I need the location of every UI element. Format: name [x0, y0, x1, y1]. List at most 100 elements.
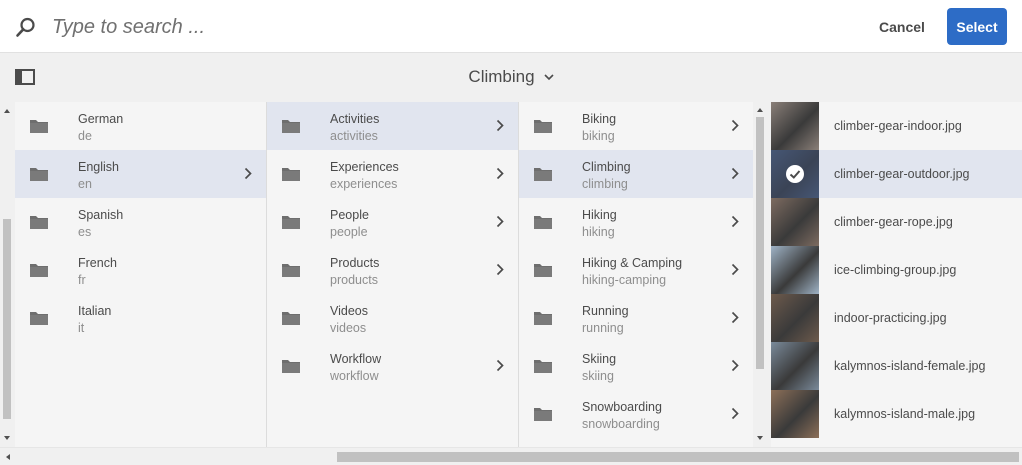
left-scrollbar[interactable] [0, 101, 14, 447]
folder-item-activities[interactable]: Activities activities [267, 102, 518, 150]
folder-item-hiking[interactable]: Hiking hiking [519, 198, 753, 246]
chevron-right-icon[interactable] [731, 311, 739, 324]
folder-title: People [330, 208, 369, 222]
folder-icon [534, 312, 552, 325]
folder-title: Snowboarding [582, 400, 662, 414]
asset-filename: climber-gear-outdoor.jpg [834, 167, 970, 181]
chevron-right-icon[interactable] [496, 215, 504, 228]
folder-item-de[interactable]: German de [15, 102, 266, 150]
folder-item-experiences[interactable]: Experiences experiences [267, 150, 518, 198]
folder-icon [534, 216, 552, 229]
chevron-right-icon[interactable] [496, 263, 504, 276]
scrollbar-thumb[interactable] [337, 452, 1019, 462]
folder-subtitle: hiking-camping [582, 273, 667, 287]
asset-item[interactable]: kalymnos-island-male.jpg [771, 390, 1022, 438]
folder-thumbnail [267, 102, 315, 150]
folder-icon [282, 168, 300, 181]
column-scrollbar[interactable] [753, 102, 767, 447]
search-input[interactable] [52, 10, 752, 44]
folder-item-running[interactable]: Running running [519, 294, 753, 342]
folder-subtitle: videos [330, 321, 367, 335]
cancel-button[interactable]: Cancel [866, 10, 938, 44]
chevron-right-icon[interactable] [496, 359, 504, 372]
search-icon [16, 17, 35, 37]
folder-subtitle: biking [582, 129, 615, 143]
asset-item[interactable]: ice-climbing-group.jpg [771, 246, 1022, 294]
location-title-dropdown[interactable]: Climbing [0, 53, 1022, 101]
folder-title: English [78, 160, 119, 174]
folder-item-biking[interactable]: Biking biking [519, 102, 753, 150]
asset-thumbnail [771, 342, 819, 390]
folder-item-climbing[interactable]: Climbing climbing [519, 150, 753, 198]
folder-subtitle: hiking [582, 225, 615, 239]
folder-icon [534, 408, 552, 421]
chevron-right-icon[interactable] [731, 407, 739, 420]
folder-subtitle: activities [330, 129, 378, 143]
column-assets: climber-gear-indoor.jpg climber-gear-outd… [771, 102, 1022, 447]
folder-title: Workflow [330, 352, 382, 366]
scrollbar-thumb[interactable] [3, 219, 11, 419]
scroll-up-arrow-icon[interactable] [756, 106, 764, 114]
asset-filename: climber-gear-rope.jpg [834, 215, 953, 229]
folder-subtitle: es [78, 225, 92, 239]
scroll-left-arrow-icon[interactable] [4, 453, 12, 461]
folder-item-en[interactable]: English en [15, 150, 266, 198]
folder-item-workflow[interactable]: Workflow workflow [267, 342, 518, 390]
folder-title: Hiking & Camping [582, 256, 683, 270]
chevron-right-icon[interactable] [496, 167, 504, 180]
folder-thumbnail [15, 246, 63, 294]
asset-thumbnail [771, 198, 819, 246]
chevron-down-icon [543, 73, 554, 80]
asset-thumbnail [771, 102, 819, 150]
folder-title: Biking [582, 112, 617, 126]
folder-subtitle: climbing [582, 177, 628, 191]
folder-icon [30, 168, 48, 181]
folder-subtitle: running [582, 321, 624, 335]
folder-item-people[interactable]: People people [267, 198, 518, 246]
folder-item-snowboarding[interactable]: Snowboarding snowboarding [519, 390, 753, 438]
folder-thumbnail [267, 294, 315, 342]
folder-item-videos[interactable]: Videos videos [267, 294, 518, 342]
asset-item[interactable]: climber-gear-outdoor.jpg [771, 150, 1022, 198]
scroll-up-arrow-icon[interactable] [3, 107, 11, 115]
scroll-down-arrow-icon[interactable] [3, 434, 11, 442]
chevron-right-icon[interactable] [731, 359, 739, 372]
folder-item-hiking-camping[interactable]: Hiking & Camping hiking-camping [519, 246, 753, 294]
folder-icon [534, 264, 552, 277]
folder-subtitle: experiences [330, 177, 398, 191]
folder-title: Activities [330, 112, 380, 126]
folder-subtitle: de [78, 129, 92, 143]
asset-item[interactable]: kalymnos-island-female.jpg [771, 342, 1022, 390]
scroll-down-arrow-icon[interactable] [756, 434, 764, 442]
chevron-right-icon[interactable] [731, 119, 739, 132]
asset-filename: kalymnos-island-male.jpg [834, 407, 976, 421]
folder-item-skiing[interactable]: Skiing skiing [519, 342, 753, 390]
chevron-right-icon[interactable] [731, 167, 739, 180]
folder-title: Videos [330, 304, 368, 318]
chevron-right-icon[interactable] [244, 167, 252, 180]
folder-item-fr[interactable]: French fr [15, 246, 266, 294]
folder-item-it[interactable]: Italian it [15, 294, 266, 342]
folder-icon [30, 312, 48, 325]
asset-item[interactable]: climber-gear-indoor.jpg [771, 102, 1022, 150]
asset-item[interactable]: climber-gear-rope.jpg [771, 198, 1022, 246]
folder-thumbnail [519, 246, 567, 294]
folder-thumbnail [267, 342, 315, 390]
folder-title: Running [582, 304, 629, 318]
scrollbar-thumb[interactable] [756, 117, 764, 369]
asset-thumbnail [771, 294, 819, 342]
folder-item-es[interactable]: Spanish es [15, 198, 266, 246]
folder-subtitle: it [78, 321, 85, 335]
asset-filename: climber-gear-indoor.jpg [834, 119, 962, 133]
folder-subtitle: people [330, 225, 368, 239]
folder-thumbnail [15, 150, 63, 198]
horizontal-scrollbar[interactable] [0, 447, 1022, 465]
select-button[interactable]: Select [947, 8, 1007, 45]
folder-item-products[interactable]: Products products [267, 246, 518, 294]
folder-thumbnail [519, 342, 567, 390]
folder-thumbnail [519, 102, 567, 150]
chevron-right-icon[interactable] [731, 215, 739, 228]
asset-item[interactable]: indoor-practicing.jpg [771, 294, 1022, 342]
chevron-right-icon[interactable] [731, 263, 739, 276]
chevron-right-icon[interactable] [496, 119, 504, 132]
